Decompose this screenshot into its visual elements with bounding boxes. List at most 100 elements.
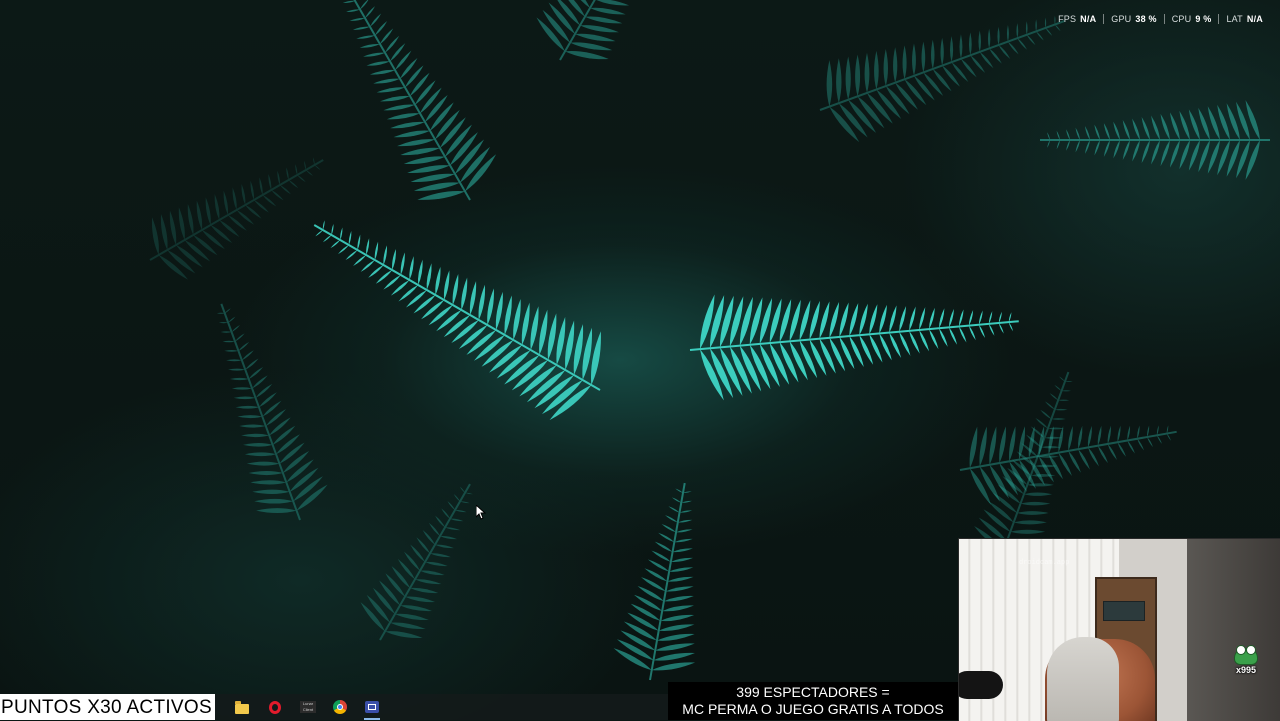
fern-leaflet bbox=[248, 470, 283, 476]
fern-leaflet bbox=[513, 299, 521, 340]
fern-leaflet bbox=[1137, 438, 1144, 451]
fern-leaflet bbox=[1147, 425, 1150, 438]
fern-leaflet bbox=[241, 433, 270, 438]
fern-leaflet bbox=[580, 25, 619, 33]
fern-leaflet bbox=[405, 596, 436, 603]
fern-leaflet bbox=[214, 194, 220, 220]
fern-leaflet bbox=[1035, 418, 1048, 429]
cpu-label: CPU bbox=[1171, 14, 1192, 24]
fern-leaflet bbox=[504, 295, 512, 335]
fern-leaflet bbox=[158, 255, 188, 280]
fern-leaflet bbox=[1051, 418, 1066, 420]
fern-leaflet bbox=[968, 325, 976, 341]
fern-leaflet bbox=[1236, 140, 1250, 179]
fern-leaflet bbox=[1047, 132, 1050, 140]
fern-leaflet bbox=[224, 350, 239, 352]
fern-leaflet bbox=[193, 235, 218, 256]
fern-leaflet bbox=[1094, 140, 1100, 156]
fern-leaflet bbox=[383, 245, 388, 265]
fern-leaflet bbox=[425, 95, 448, 123]
fern-leaflet bbox=[1047, 427, 1065, 430]
file-explorer-icon[interactable] bbox=[233, 698, 251, 716]
fern-frond bbox=[819, 15, 1065, 143]
fern-leaflet bbox=[665, 586, 694, 592]
fern-leaflet bbox=[979, 426, 987, 467]
fern-leaflet bbox=[451, 320, 479, 344]
fern-leaflet bbox=[630, 603, 661, 621]
microphone bbox=[959, 671, 1003, 699]
fern-leaflet bbox=[360, 260, 375, 272]
launcher-icon[interactable]: Lunar Client bbox=[299, 698, 317, 716]
fern-leaflet bbox=[1045, 27, 1053, 36]
fern-leaflet bbox=[661, 523, 677, 533]
fern-leaflet bbox=[1007, 41, 1019, 55]
fern-leaflet bbox=[1169, 140, 1180, 168]
fern-stem bbox=[313, 224, 601, 391]
fern-leaflet bbox=[1236, 101, 1250, 140]
fern-leaflet bbox=[676, 529, 693, 533]
fern-leaflet bbox=[342, 0, 355, 3]
fern-leaflet bbox=[279, 442, 305, 464]
fern-leaflet bbox=[314, 165, 321, 170]
fern-leaflet bbox=[410, 72, 430, 97]
fern-leaflet bbox=[1075, 140, 1080, 153]
fern-leaflet bbox=[380, 95, 410, 102]
fern-frond bbox=[360, 483, 473, 641]
fern-leaflet bbox=[366, 61, 390, 66]
fern-leaflet bbox=[259, 177, 263, 195]
fern-leaflet bbox=[420, 570, 445, 576]
fps-value: N/A bbox=[1080, 14, 1097, 24]
fern-leaflet bbox=[899, 331, 911, 356]
fern-leaflet bbox=[1141, 116, 1150, 140]
fern-leaflet bbox=[1169, 112, 1180, 140]
fern-leaflet bbox=[1023, 492, 1053, 496]
fern-leaflet bbox=[999, 426, 1006, 464]
fern-leaflet bbox=[929, 329, 939, 350]
fern-leaflet bbox=[672, 548, 693, 553]
fern-leaflet bbox=[246, 461, 280, 466]
fern-leaflet bbox=[430, 553, 451, 558]
fern-frond bbox=[339, 0, 497, 201]
fern-leaflet bbox=[151, 217, 159, 255]
fern-leaflet bbox=[658, 532, 675, 543]
fern-leaflet bbox=[1068, 425, 1073, 451]
fern-leaflet bbox=[460, 501, 470, 504]
fern-leaflet bbox=[228, 316, 236, 323]
fern-leaflet bbox=[826, 60, 833, 107]
fern-leaflet bbox=[1017, 38, 1028, 50]
fern-leaflet bbox=[276, 434, 300, 455]
fern-leaflet bbox=[623, 621, 657, 641]
fern-leaflet bbox=[445, 527, 461, 531]
fern-leaflet bbox=[315, 230, 323, 237]
chrome-icon[interactable] bbox=[331, 698, 349, 716]
fern-leaflet bbox=[651, 662, 696, 671]
fern-leaflet bbox=[436, 310, 462, 332]
fern-leaflet bbox=[1097, 425, 1102, 446]
fern-leaflet bbox=[426, 263, 432, 290]
fern-leaflet bbox=[849, 303, 859, 337]
fern-leaflet bbox=[658, 624, 695, 631]
fern-leaflet bbox=[997, 484, 1021, 504]
fern-leaflet bbox=[346, 9, 360, 12]
opera-icon[interactable] bbox=[266, 698, 284, 716]
points-banner: PUNTOS X30 ACTIVOS bbox=[0, 694, 215, 720]
fern-leaflet bbox=[909, 330, 920, 354]
fern-leaflet bbox=[1041, 446, 1061, 449]
fern-leaflet bbox=[983, 509, 1011, 532]
fern-leaflet bbox=[252, 489, 290, 495]
screenshot-tool-icon[interactable] bbox=[363, 698, 381, 716]
fern-leaflet bbox=[370, 13, 382, 27]
fern-leaflet bbox=[415, 80, 436, 105]
fern-leaflet bbox=[929, 307, 935, 330]
fern-leaflet bbox=[1113, 121, 1120, 140]
performance-overlay: FPS N/A GPU 38 % CPU 9 % LAT N/A bbox=[1051, 12, 1270, 26]
fern-leaflet bbox=[360, 602, 385, 632]
fern-leaflet bbox=[1016, 23, 1019, 39]
fern-leaflet bbox=[1107, 443, 1117, 460]
fern-leaflet bbox=[1113, 140, 1120, 159]
fern-leaflet bbox=[845, 56, 851, 100]
fern-leaflet bbox=[1103, 140, 1110, 157]
fern-leaflet bbox=[420, 87, 442, 114]
fern-leaflet bbox=[1020, 501, 1051, 506]
fern-frond bbox=[1040, 100, 1270, 180]
